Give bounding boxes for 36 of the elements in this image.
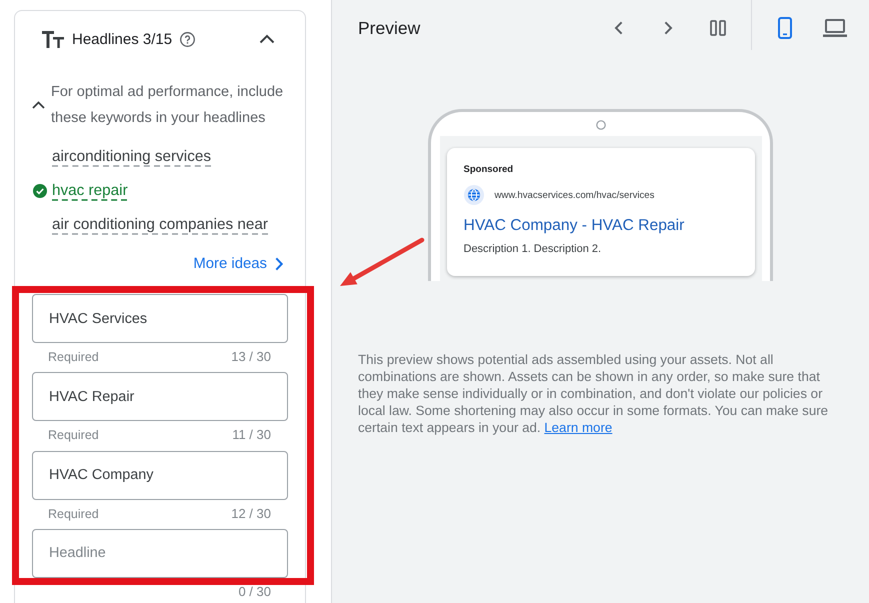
headline-field[interactable]: HVAC Company <box>32 450 288 500</box>
ad-headline: HVAC Company - HVAC Repair <box>464 217 686 235</box>
help-icon[interactable] <box>180 32 196 46</box>
phone-icon[interactable] <box>778 17 792 39</box>
headline-field[interactable]: Headline <box>32 528 288 578</box>
keyword-hint-text: For optimal ad performance, include these keywords in your headlines <box>51 83 284 128</box>
chevron-left-icon[interactable] <box>614 21 622 35</box>
chevron-right-icon <box>275 257 283 271</box>
ad-url: www.hvacservices.com/hvac/services <box>494 190 654 200</box>
character-counter: 12 / 30 <box>231 508 271 520</box>
globe-icon <box>464 185 484 205</box>
headline-field[interactable]: HVAC Services <box>32 294 288 343</box>
preview-title: Preview <box>358 18 420 38</box>
more-ideas-link[interactable]: More ideas <box>193 256 283 272</box>
character-counter: 13 / 30 <box>231 351 271 363</box>
keyword-suggestion[interactable]: hvac repair <box>52 182 128 200</box>
helper-text: Required <box>48 508 99 520</box>
keyword-suggestion[interactable]: air conditioning companies near <box>52 216 268 234</box>
character-counter: 0 / 30 <box>238 586 271 598</box>
chevron-right-icon[interactable] <box>664 21 672 35</box>
keyword-suggestion[interactable]: airconditioning services <box>52 148 211 166</box>
columns-icon[interactable] <box>710 20 726 36</box>
headline-field[interactable]: HVAC Repair <box>32 372 288 422</box>
helper-text: Required <box>48 351 99 363</box>
chevron-up-icon[interactable] <box>259 34 275 44</box>
helper-text: Required <box>48 429 99 442</box>
chevron-up-icon[interactable] <box>32 101 45 109</box>
camera-dot-icon <box>596 120 606 130</box>
character-counter: 11 / 30 <box>232 429 271 442</box>
learn-more-link[interactable]: Learn more <box>544 420 612 435</box>
preview-disclaimer: This preview shows potential ads assembled using your assets. Not all combinations are shown. Assets can be shown in any order, so make sure that they make sense individually or in combination, and don't violate our policies or local law. Some shortening may also occur in some formats. You can make sure certain text appears in your ad. Learn more <box>357 351 830 436</box>
text-size-icon <box>42 30 64 48</box>
laptop-icon[interactable] <box>823 19 847 37</box>
sponsored-label: Sponsored <box>464 163 514 177</box>
ad-description: Description 1. Description 2. <box>464 242 602 257</box>
section-title: Headlines 3/15 <box>72 30 172 48</box>
